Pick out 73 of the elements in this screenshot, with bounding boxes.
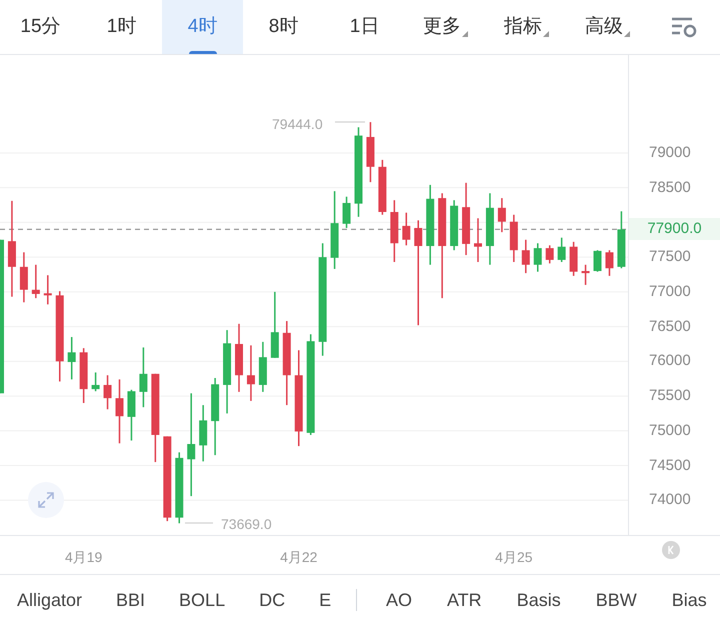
price-axis-label: 79000 xyxy=(649,144,691,160)
candle xyxy=(342,196,351,228)
selected-indicator xyxy=(189,51,217,54)
candle xyxy=(44,275,52,304)
candle xyxy=(139,347,148,408)
timeframe-tab[interactable]: 指标 xyxy=(486,0,567,54)
candle xyxy=(127,390,136,441)
indicator-tab[interactable]: Basis xyxy=(516,586,561,614)
price-axis-label: 75500 xyxy=(649,388,691,404)
candle xyxy=(199,405,208,462)
price-axis-label: 76000 xyxy=(649,353,691,368)
date-axis-label: 4月25 xyxy=(494,548,534,567)
candle xyxy=(498,198,506,232)
candle xyxy=(582,264,590,285)
candle xyxy=(80,348,88,404)
indicator-tab[interactable]: BBW xyxy=(596,586,637,614)
candle xyxy=(558,238,566,262)
leader-line xyxy=(184,522,214,524)
candle xyxy=(68,337,76,380)
candle xyxy=(258,342,267,392)
candle xyxy=(235,324,243,392)
candle xyxy=(378,160,386,215)
timeframe-tab[interactable]: 更多 xyxy=(405,0,486,54)
timeframe-tab[interactable]: 15分 xyxy=(0,0,81,54)
candle xyxy=(104,375,112,410)
candle xyxy=(402,212,410,246)
candle xyxy=(510,214,518,262)
candle xyxy=(474,218,482,262)
indicator-tab[interactable]: DC xyxy=(259,586,286,614)
candle xyxy=(450,200,458,250)
indicator-tab[interactable]: E xyxy=(319,586,332,614)
scroll-to-latest-icon[interactable] xyxy=(662,541,680,559)
indicator-tab[interactable]: AO xyxy=(386,586,412,614)
candle xyxy=(390,200,398,262)
candle xyxy=(20,252,28,302)
price-axis-label: 74000 xyxy=(649,492,691,508)
indicator-tab[interactable]: BOLL xyxy=(179,586,226,614)
candle xyxy=(32,264,40,298)
price-axis-label: 74500 xyxy=(649,458,691,473)
candle xyxy=(594,250,602,272)
candle xyxy=(605,250,614,276)
candle xyxy=(270,292,279,358)
indicator-tab[interactable]: Bias xyxy=(672,586,707,614)
timeframe-tab[interactable]: 高级 xyxy=(567,0,648,54)
price-axis-label: 77000 xyxy=(649,284,691,299)
date-axis-label: 4月22 xyxy=(279,548,318,567)
date-axis-label: 4月19 xyxy=(64,548,104,567)
candle xyxy=(617,211,626,268)
timeframe-tab[interactable]: 1时 xyxy=(81,0,162,54)
price-axis-label: 75000 xyxy=(649,422,691,438)
timeframe-tab[interactable]: 1日 xyxy=(324,0,405,54)
candle xyxy=(116,379,124,444)
candle xyxy=(522,240,530,274)
candle xyxy=(486,193,494,265)
timeframe-tab[interactable]: 4时 xyxy=(162,0,243,54)
timeframe-tab[interactable]: 8时 xyxy=(243,0,324,54)
indicator-tab[interactable]: BBI xyxy=(116,586,146,614)
candle xyxy=(246,345,255,401)
low-price-label: 73669.0 xyxy=(221,515,272,534)
indicator-tab[interactable]: ATR xyxy=(447,586,482,614)
price-axis-label: 78500 xyxy=(649,180,691,195)
last-price-label: 77900.0 xyxy=(629,218,720,240)
candle xyxy=(546,245,554,264)
candle xyxy=(570,242,578,276)
candle xyxy=(534,243,542,272)
indicator-tab[interactable]: Alligator xyxy=(17,586,82,614)
price-axis-label: 77500 xyxy=(649,249,691,264)
expand-icon[interactable] xyxy=(28,482,64,518)
candle xyxy=(366,122,374,182)
candle xyxy=(175,452,184,524)
high-price-label: 79444.0 xyxy=(272,115,323,134)
price-axis-label: 76500 xyxy=(649,318,691,334)
candle xyxy=(92,372,100,392)
